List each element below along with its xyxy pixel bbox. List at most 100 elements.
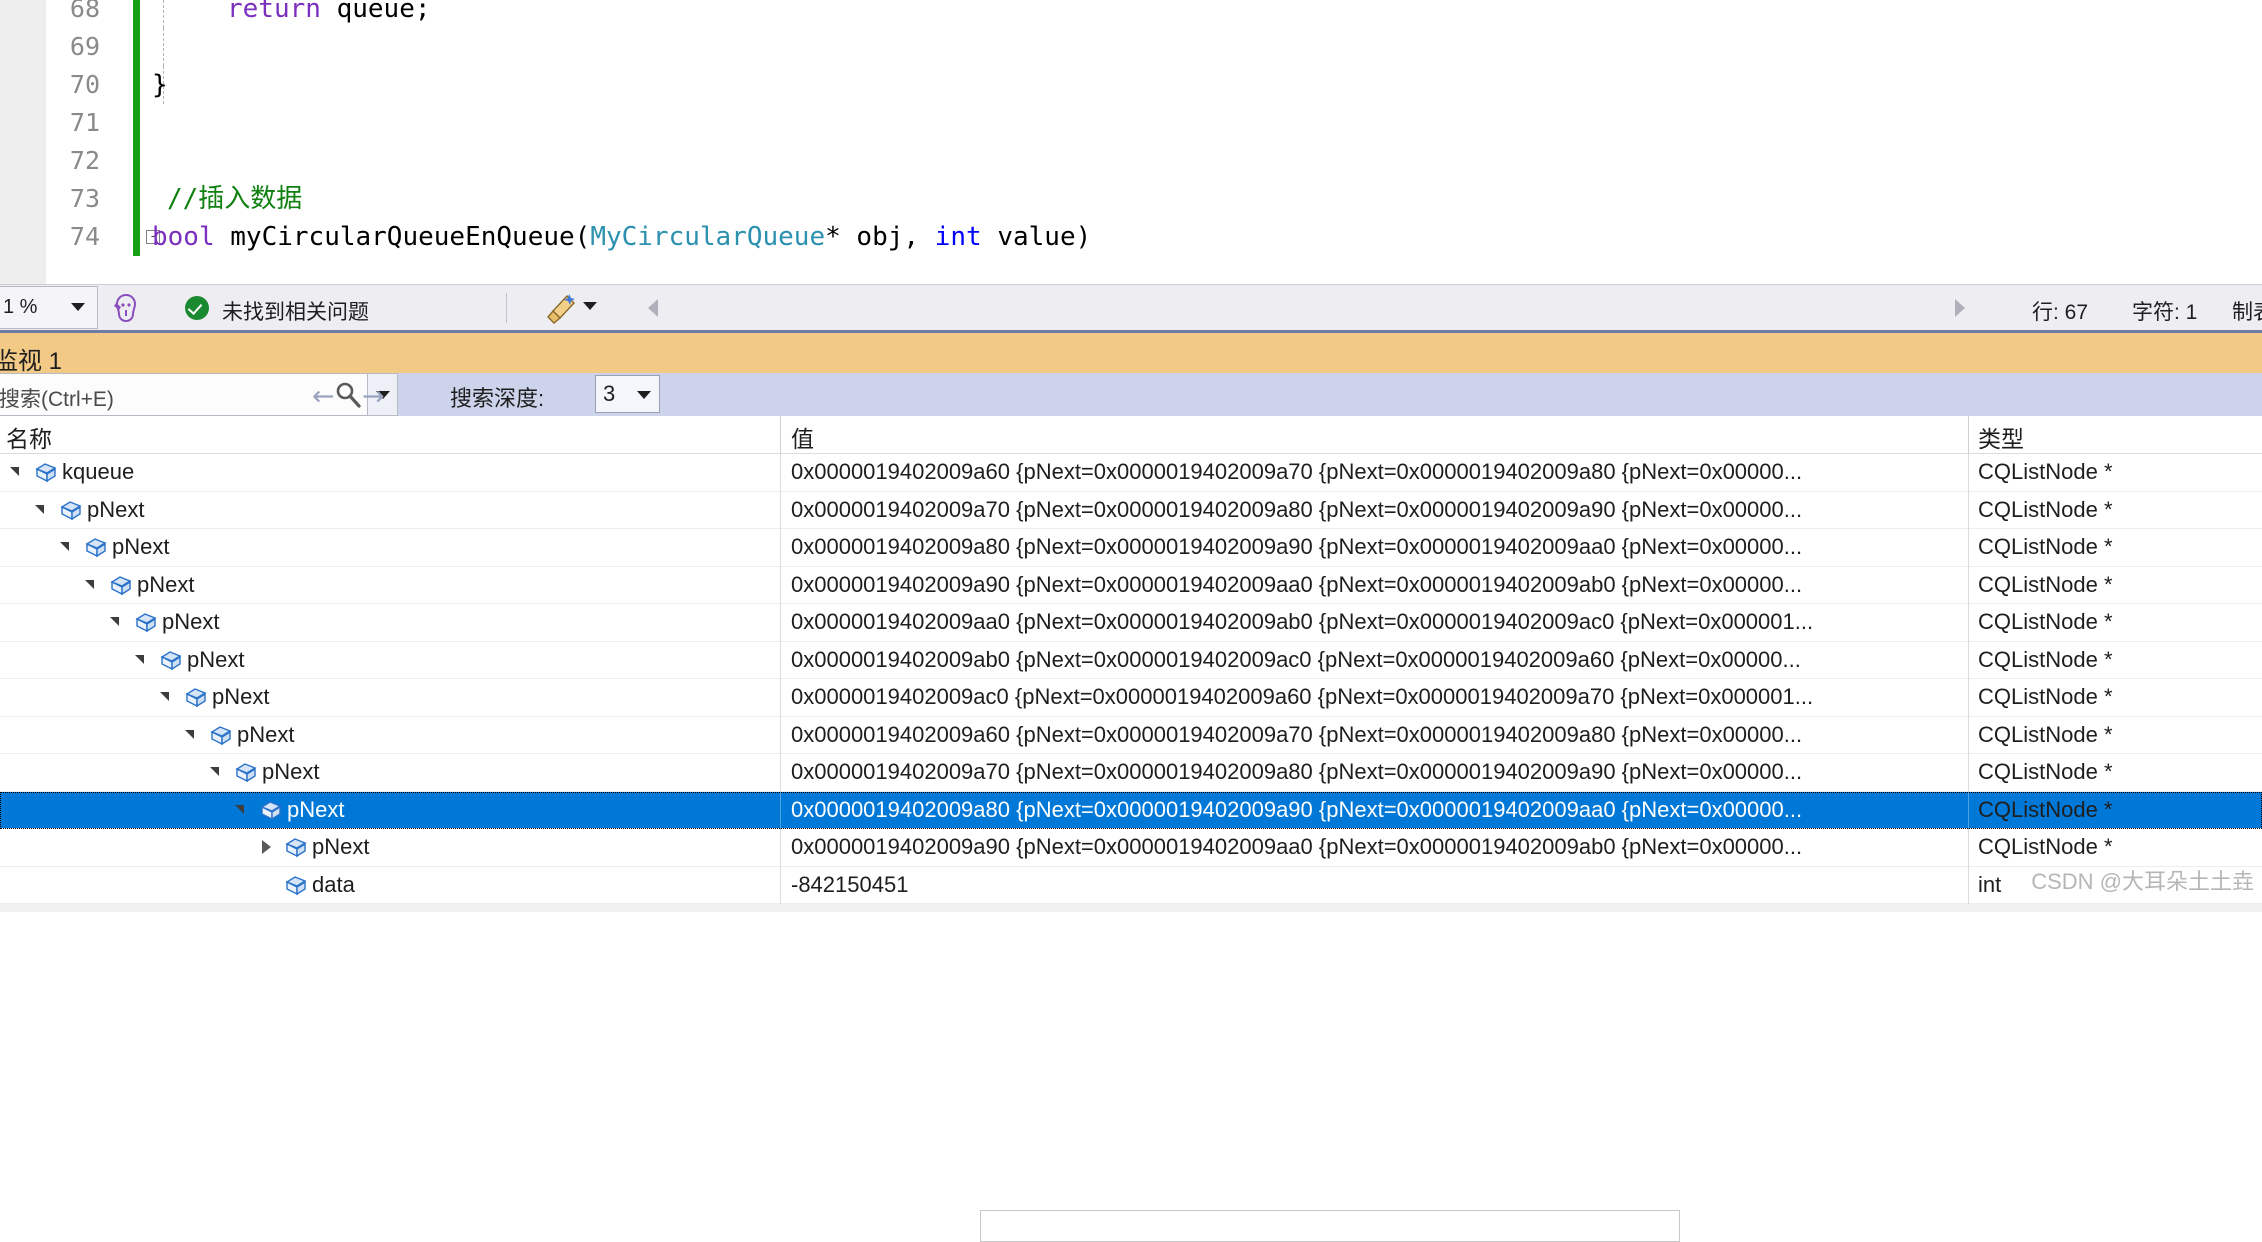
code-token: value): [981, 222, 1092, 252]
code-editor[interactable]: 68 return queue; 69 70} 71 72 73 //插入数据 74- bool …: [0, 0, 2262, 284]
code-text: }: [152, 66, 168, 104]
watch-row-name: pNext: [187, 646, 245, 672]
search-icon[interactable]: [335, 382, 361, 408]
expander-expanded-icon[interactable]: [10, 467, 19, 476]
watch-row-value[interactable]: 0x0000019402009a60 {pNext=0x000001940200…: [791, 722, 1802, 748]
watch-row[interactable]: pNext 0x0000019402009a70 {pNext=0x0000019…: [0, 754, 2262, 792]
watch-row[interactable]: kqueue 0x0000019402009a60 {pNext=0x000001…: [0, 454, 2262, 492]
watch-row-value[interactable]: 0x0000019402009a60 {pNext=0x000001940200…: [791, 459, 1802, 485]
search-placeholder: 搜索(Ctrl+E): [0, 388, 114, 411]
cube-icon: [234, 761, 258, 783]
code-token: bool: [152, 222, 215, 252]
cell-divider: [780, 641, 781, 679]
search-depth-combobox[interactable]: 3: [595, 375, 660, 413]
ok-circle-icon: [185, 296, 209, 320]
watch-row[interactable]: pNext 0x0000019402009a80 {pNext=0x0000019…: [0, 529, 2262, 567]
code-line[interactable]: 71: [0, 104, 2262, 142]
cube-icon: [184, 686, 208, 708]
watch-grid-body[interactable]: kqueue 0x0000019402009a60 {pNext=0x000001…: [0, 454, 2262, 912]
expander-expanded-icon[interactable]: [235, 804, 244, 814]
watch-row-type: CQListNode *: [1978, 721, 2113, 747]
search-depth-value: 3: [603, 381, 616, 406]
change-bar: [133, 218, 140, 256]
cell-divider: [1968, 829, 1969, 867]
chevron-down-icon[interactable]: [583, 302, 597, 310]
cell-divider: [1968, 604, 1969, 642]
cube-icon: [284, 874, 308, 896]
expander-expanded-icon[interactable]: [210, 767, 219, 776]
broom-icon[interactable]: [545, 292, 579, 324]
nav-next-icon[interactable]: [1955, 299, 1965, 317]
wrench-icon[interactable]: [110, 293, 142, 323]
column-header-type[interactable]: 类型: [1978, 420, 2024, 454]
code-line[interactable]: 74- bool myCircularQueueEnQueue(MyCircula…: [0, 218, 2262, 256]
expander-collapsed-icon[interactable]: [262, 840, 271, 854]
watch-row-value[interactable]: 0x0000019402009a90 {pNext=0x000001940200…: [791, 572, 1802, 598]
arrow-right-icon[interactable]: →: [362, 381, 385, 412]
watch-panel-titlebar[interactable]: 监视 1: [0, 330, 2262, 375]
column-header-name[interactable]: 名称: [6, 420, 52, 454]
watch-row-name: pNext: [162, 609, 220, 634]
line-indicator: 行: 67: [2032, 301, 2089, 324]
nav-prev-icon[interactable]: [648, 299, 658, 317]
cell-divider: [780, 679, 781, 717]
watch-row-type: CQListNode *: [1978, 609, 2113, 634]
code-token: myCircularQueueEnQueue(: [214, 222, 591, 252]
cell-divider: [780, 866, 781, 904]
cell-divider: [1968, 866, 1969, 904]
expander-expanded-icon[interactable]: [160, 692, 169, 701]
code-line[interactable]: 68 return queue;: [0, 0, 2262, 28]
search-input[interactable]: 搜索(Ctrl+E): [0, 373, 398, 416]
watch-row[interactable]: data -842150451 int: [0, 866, 2262, 904]
watch-row-value[interactable]: 0x0000019402009aa0 {pNext=0x000001940200…: [791, 609, 1813, 635]
cell-divider: [1968, 641, 1969, 679]
watch-row-value[interactable]: 0x0000019402009a90 {pNext=0x000001940200…: [791, 834, 1802, 860]
code-line[interactable]: 70}: [0, 66, 2262, 104]
code-line[interactable]: 72: [0, 142, 2262, 180]
expander-expanded-icon[interactable]: [135, 654, 144, 664]
watch-row-value[interactable]: 0x0000019402009ab0 {pNext=0x000001940200…: [791, 647, 1801, 673]
watch-row[interactable]: pNext 0x0000019402009aa0 {pNext=0x0000019…: [0, 604, 2262, 642]
tooltip-popup: [980, 1210, 1680, 1242]
code-line[interactable]: 73 //插入数据: [0, 180, 2262, 218]
watch-row[interactable]: pNext 0x0000019402009ac0 {pNext=0x0000019…: [0, 679, 2262, 717]
cell-divider: [780, 604, 781, 642]
watch-row-value[interactable]: 0x0000019402009a70 {pNext=0x000001940200…: [791, 497, 1802, 523]
cell-divider: [1968, 491, 1969, 529]
watermark-credit: CSDN @大耳朵土土垚: [2031, 869, 2254, 894]
watch-row-type: int: [1978, 871, 2002, 897]
watch-row-name: pNext: [212, 684, 270, 709]
cell-divider: [1968, 454, 1969, 492]
indent-guide: [163, 28, 164, 66]
expander-expanded-icon[interactable]: [185, 729, 194, 739]
cell-divider: [1968, 754, 1969, 792]
watch-row[interactable]: pNext 0x0000019402009a80 {pNext=0x0000019…: [0, 791, 2262, 829]
watch-row-name: pNext: [312, 834, 370, 859]
zoom-level-combobox[interactable]: 1 %: [0, 286, 98, 329]
watch-row-value[interactable]: 0x0000019402009a70 {pNext=0x000001940200…: [791, 759, 1802, 785]
watch-row-value[interactable]: 0x0000019402009a80 {pNext=0x000001940200…: [791, 534, 1802, 560]
watch-row-value[interactable]: 0x0000019402009ac0 {pNext=0x000001940200…: [791, 684, 1813, 710]
expander-expanded-icon[interactable]: [60, 542, 69, 551]
column-divider-value-type[interactable]: [1968, 416, 1969, 454]
column-divider-name-value[interactable]: [780, 416, 781, 454]
expander-expanded-icon[interactable]: [85, 579, 94, 589]
arrow-left-icon[interactable]: ←: [312, 381, 335, 412]
watch-row-type: CQListNode *: [1978, 496, 2113, 522]
column-header-value[interactable]: 值: [791, 420, 814, 454]
watch-row[interactable]: pNext 0x0000019402009a90 {pNext=0x0000019…: [0, 829, 2262, 867]
watch-row[interactable]: pNext 0x0000019402009a90 {pNext=0x0000019…: [0, 566, 2262, 604]
watch-row[interactable]: pNext 0x0000019402009a60 {pNext=0x0000019…: [0, 716, 2262, 754]
watch-grid-header[interactable]: 名称 值 类型: [0, 416, 2262, 454]
cube-icon: [284, 836, 308, 858]
expander-expanded-icon[interactable]: [110, 617, 119, 626]
watch-row-value[interactable]: 0x0000019402009a80 {pNext=0x000001940200…: [791, 797, 1802, 823]
code-line[interactable]: 69: [0, 28, 2262, 66]
watch-row-value[interactable]: -842150451: [791, 872, 908, 898]
editor-status-bar: 1 % 未找到相关问题 行: 67 字符: 1 制表: [0, 284, 2262, 330]
watch-row[interactable]: pNext 0x0000019402009ab0 {pNext=0x0000019…: [0, 641, 2262, 679]
expander-expanded-icon[interactable]: [35, 504, 44, 514]
cube-icon: [159, 649, 183, 671]
watch-row[interactable]: pNext 0x0000019402009a70 {pNext=0x0000019…: [0, 491, 2262, 529]
cell-divider: [780, 829, 781, 867]
